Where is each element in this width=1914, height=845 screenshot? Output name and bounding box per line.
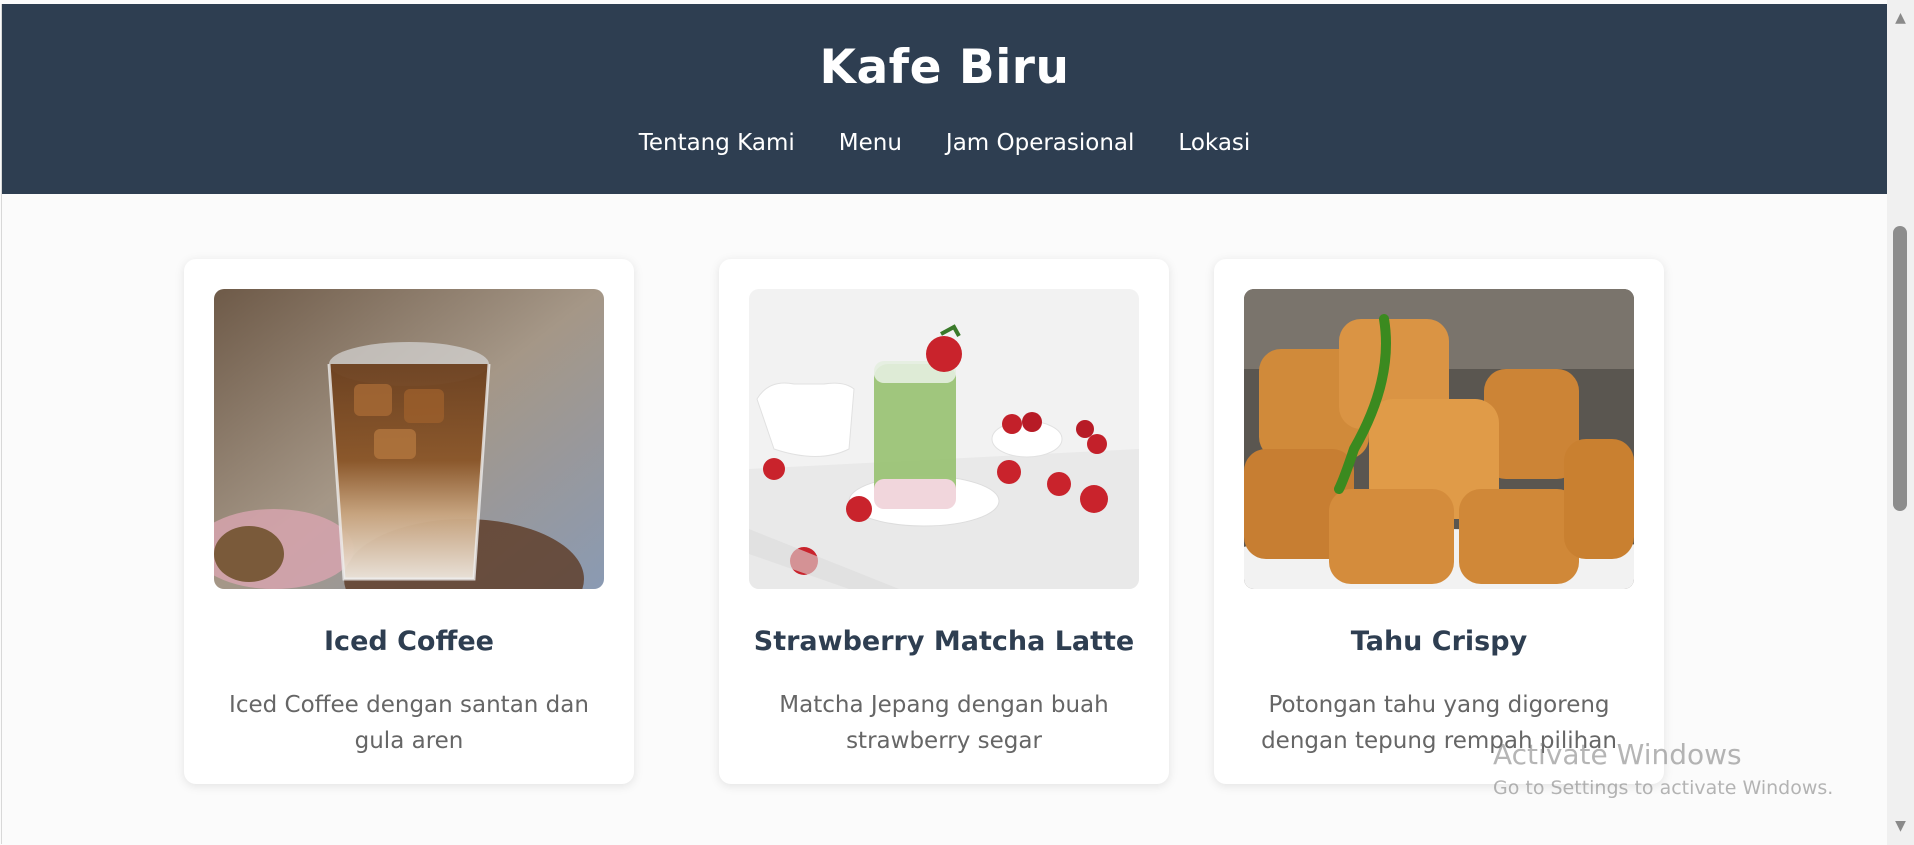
windows-activation-watermark: Activate Windows Go to Settings to activ… (1493, 738, 1833, 799)
scroll-thumb[interactable] (1893, 226, 1907, 511)
triangle-up-icon[interactable]: ▲ (1887, 8, 1914, 28)
triangle-down-icon[interactable]: ▼ (1887, 816, 1914, 836)
tahu-crispy-image (1244, 289, 1634, 589)
watermark-subtitle: Go to Settings to activate Windows. (1493, 777, 1834, 799)
site-title: Kafe Biru (819, 40, 1070, 95)
nav-link-jam-operasional[interactable]: Jam Operasional (946, 130, 1135, 156)
site-header: Kafe Biru Tentang Kami Menu Jam Operasio… (2, 4, 1887, 194)
strawberry-matcha-latte-image (749, 289, 1139, 589)
watermark-title: Activate Windows (1493, 738, 1742, 771)
menu-card-description: Iced Coffee dengan santan dan gula aren (229, 692, 589, 754)
menu-card-tahu-crispy: Tahu Crispy Potongan tahu yang digoreng … (1214, 259, 1664, 784)
menu-card-strawberry-matcha-latte: Strawberry Matcha Latte Matcha Jepang de… (719, 259, 1169, 784)
menu-card-title: Tahu Crispy (1350, 626, 1528, 657)
menu-card-iced-coffee: Iced Coffee Iced Coffee dengan santan da… (184, 259, 634, 784)
menu-cards: Iced Coffee Iced Coffee dengan santan da… (2, 259, 1887, 789)
page-viewport: Kafe Biru Tentang Kami Menu Jam Operasio… (1, 4, 1887, 844)
nav-link-tentang-kami[interactable]: Tentang Kami (639, 130, 795, 156)
menu-card-title: Iced Coffee (324, 626, 494, 657)
nav-link-lokasi[interactable]: Lokasi (1178, 130, 1250, 156)
menu-card-title: Strawberry Matcha Latte (753, 626, 1135, 657)
menu-card-description: Matcha Jepang dengan buah strawberry seg… (779, 692, 1109, 754)
iced-coffee-image (214, 289, 604, 589)
vertical-scrollbar[interactable]: ▲ ▼ (1887, 0, 1914, 845)
main-nav: Tentang Kami Menu Jam Operasional Lokasi (2, 130, 1887, 156)
nav-link-menu[interactable]: Menu (839, 130, 902, 156)
